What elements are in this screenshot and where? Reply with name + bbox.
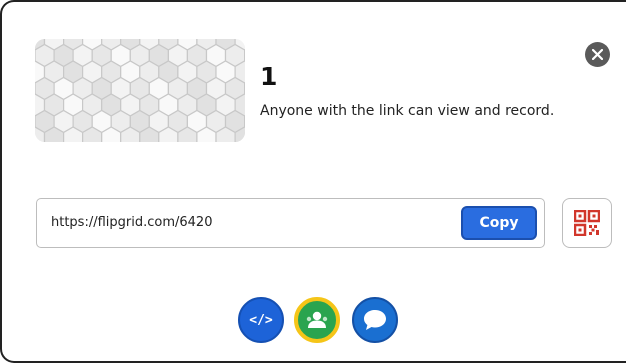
grid-title: 1 xyxy=(260,62,278,91)
qr-code-button[interactable] xyxy=(562,198,612,248)
share-permission-text: Anyone with the link can view and record… xyxy=(260,103,555,119)
share-options: </> xyxy=(2,297,626,347)
grid-cover-image xyxy=(35,39,245,142)
remind-chat-icon xyxy=(364,310,386,330)
qr-code-icon xyxy=(574,210,600,236)
google-classroom-button[interactable] xyxy=(294,297,340,343)
embed-button[interactable]: </> xyxy=(238,297,284,343)
google-classroom-icon xyxy=(306,311,328,328)
close-icon xyxy=(592,49,603,60)
close-button[interactable] xyxy=(585,42,610,67)
share-link-field[interactable]: https://flipgrid.com/6420 Copy xyxy=(36,198,545,248)
share-dialog: 1 Anyone with the link can view and reco… xyxy=(0,0,626,363)
copy-button[interactable]: Copy xyxy=(461,206,537,240)
remind-button[interactable] xyxy=(352,297,398,343)
share-link-url[interactable]: https://flipgrid.com/6420 xyxy=(51,215,212,230)
embed-code-icon: </> xyxy=(249,312,273,328)
